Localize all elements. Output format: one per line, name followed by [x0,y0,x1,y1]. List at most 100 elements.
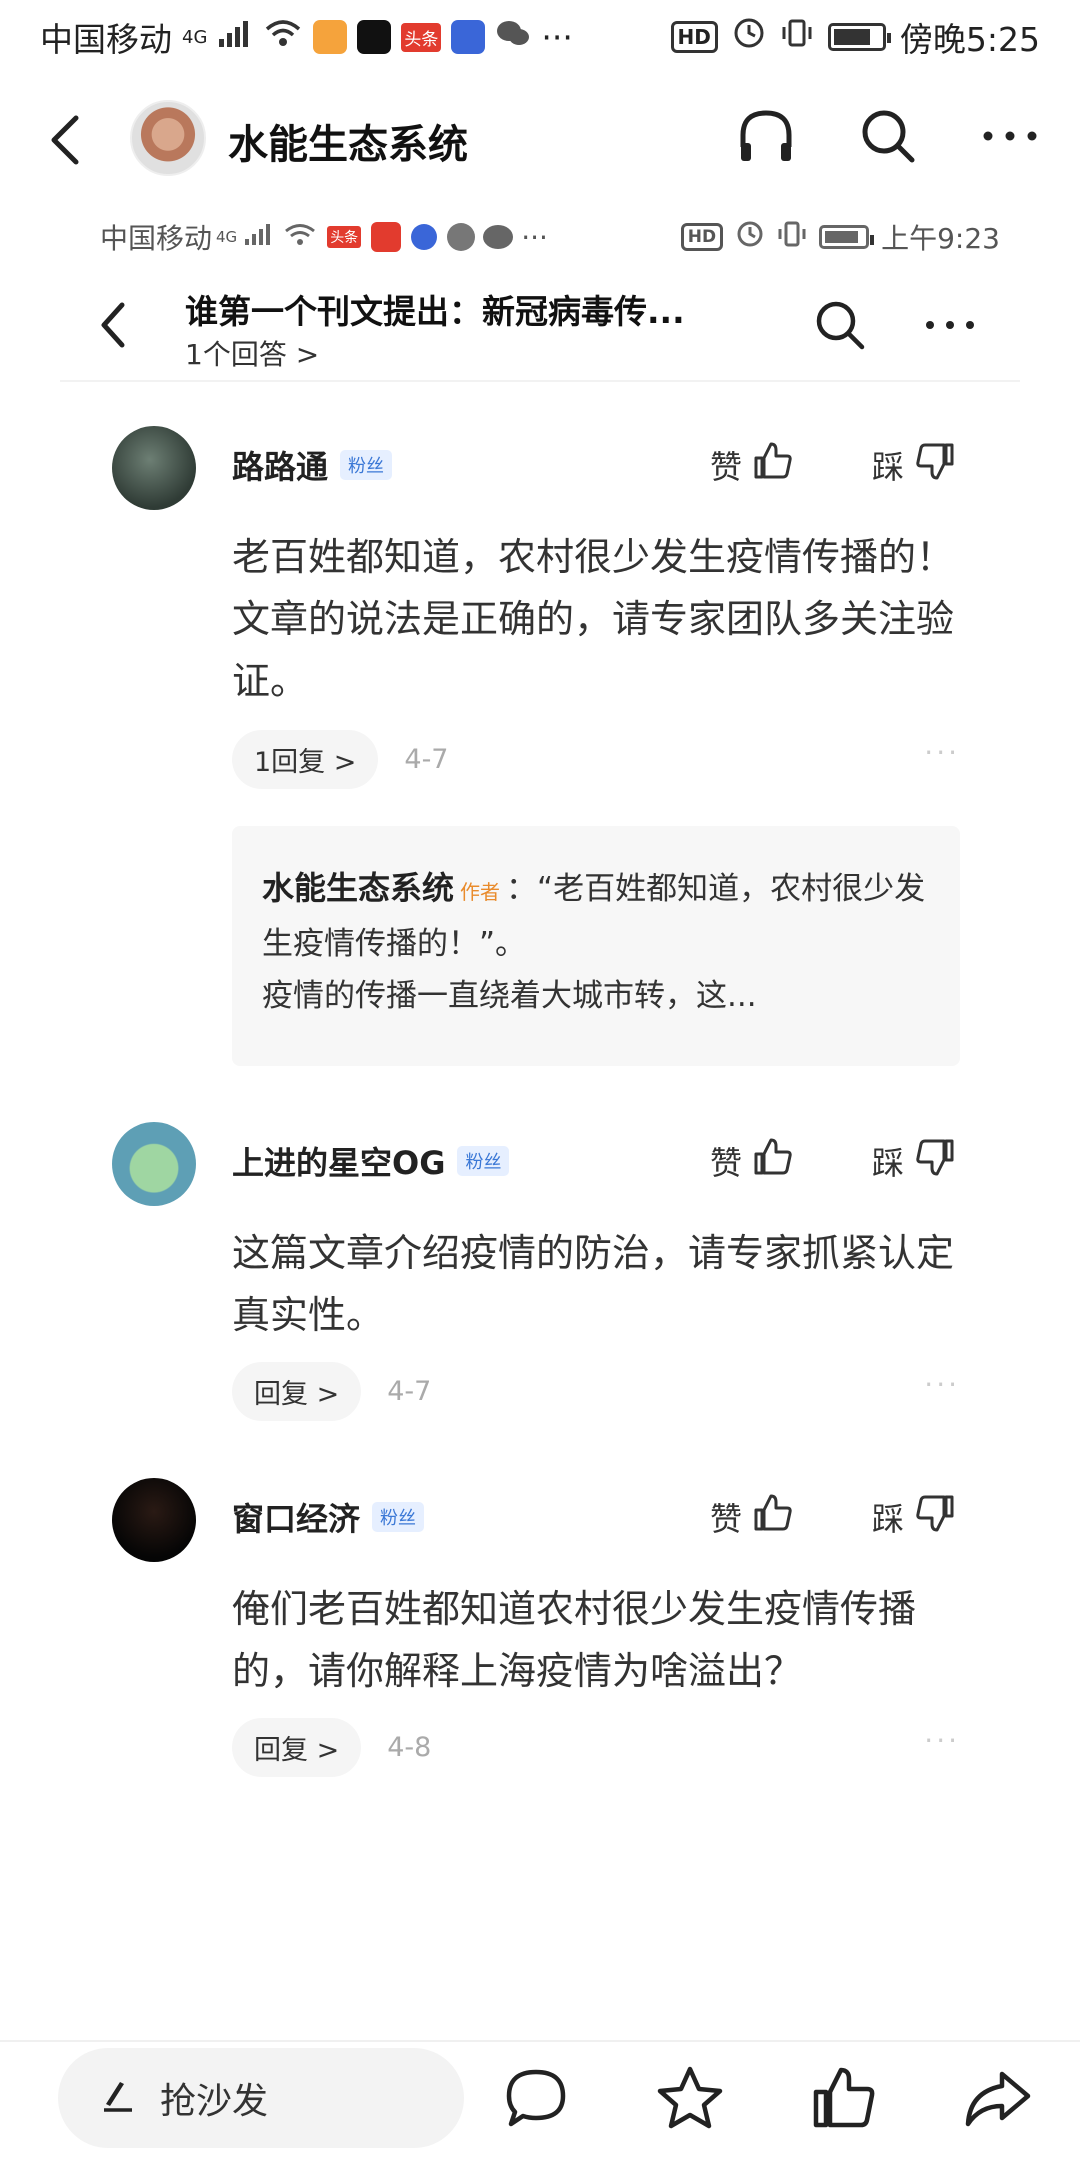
inner-alarm-icon [735,219,765,256]
thumbs-down-icon [914,1492,956,1542]
comment-more-button[interactable]: ··· [924,1368,960,1401]
dislike-label: 踩 [872,1500,905,1538]
wifi-icon [263,17,303,57]
comment-text: 老百姓都知道，农村很少发生疫情传播的！文章的说法是正确的，请专家团队多关注验证。 [232,535,955,703]
comment-meta: 回复 > 4-7 [232,1362,431,1421]
comment-author[interactable]: 窗口经济 粉丝 [232,1494,425,1540]
like-label: 赞 [710,448,743,486]
like-icon[interactable] [802,2056,886,2140]
avatar[interactable] [112,426,196,510]
bottom-action-bar: 抢沙发 [0,2040,1080,2160]
thumbs-down-icon [914,440,956,490]
reply-preview[interactable]: 水能生态系统 作者 ：“老百姓都知道，农村很少发生疫情传播的！”。 疫情的传播一直绕… [232,826,960,1066]
inner-clock-time: 上午9:23 [881,222,1000,255]
wechat-icon [495,18,531,57]
like-button[interactable]: 赞 [710,1136,794,1186]
battery-icon [827,23,891,51]
inner-network-label: 4G [216,228,238,246]
comment-more-button[interactable]: ··· [924,1724,960,1757]
thumbs-up-icon [752,440,794,490]
avatar[interactable] [112,1122,196,1206]
like-label: 赞 [710,1144,743,1182]
avatar[interactable] [112,1478,196,1562]
video-app-icon [313,20,348,54]
comment-meta: 1回复 > 4-7 [232,730,449,789]
fan-badge: 粉丝 [340,450,393,480]
reply-author: 水能生态系统 [262,869,455,907]
network-label: 4G [182,26,208,48]
comment-author[interactable]: 路路通 粉丝 [232,442,393,488]
share-icon[interactable] [956,2056,1040,2140]
headphones-icon[interactable] [734,104,798,168]
thumbs-up-icon [752,1136,794,1186]
status-more: ··· [541,17,573,57]
header-title: 水能生态系统 [228,122,468,168]
hd-icon: HD [670,21,718,53]
status-left: 中国移动 4G 头条 ··· [40,13,573,61]
author-name: 上进的星空OG [232,1144,446,1182]
thumbs-down-icon [914,1136,956,1186]
carrier-label: 中国移动 [40,20,172,59]
comment-text: 俺们老百姓都知道农村很少发生疫情传播的，请你解释上海疫情为啥溢出？ [232,1587,917,1693]
status-right: HD 傍晚5:25 [670,13,1040,61]
comment-text: 这篇文章介绍疫情的防治，请专家抓紧认定真实性。 [232,1231,955,1337]
author-name: 路路通 [232,448,329,486]
baidu-icon [451,20,486,54]
toutiao-icon: 头条 [401,22,442,52]
search-icon[interactable] [856,104,920,168]
inner-hd-icon: HD [680,223,724,251]
tiktok-icon [357,20,392,54]
inner-signal-icon [243,221,273,254]
comment-placeholder: 抢沙发 [160,2081,269,2122]
dislike-button[interactable]: 踩 [872,440,956,490]
dislike-button[interactable]: 踩 [872,1492,956,1542]
inner-search-icon[interactable] [810,295,870,355]
header-divider [60,380,1020,382]
inner-header: 谁第一个刊文提出：新冠病毒传... 1个回答 > [60,275,1020,385]
status-bar: 中国移动 4G 头条 ··· HD 傍晚5:25 [0,0,1080,74]
embedded-screenshot: 中国移动 4G 头条 ··· HD 上午9:23 谁第一个刊文提出：新冠病毒传.… [60,200,1020,2040]
comment-icon[interactable] [494,2056,578,2140]
signal-icon [217,18,253,57]
app-header: 水能生态系统 [0,90,1080,190]
inner-status-more: ··· [521,220,548,254]
dislike-button[interactable]: 踩 [872,1136,956,1186]
reply-count-button[interactable]: 1回复 > [232,730,379,789]
answer-count-link[interactable]: 1个回答 > [185,333,319,373]
comment-author[interactable]: 上进的星空OG 粉丝 [232,1138,510,1184]
inner-more-icon[interactable] [920,295,980,355]
dislike-label: 踩 [872,1144,905,1182]
comment-input[interactable]: 抢沙发 [58,2048,464,2148]
thumbs-up-icon [752,1492,794,1542]
bottom-actions [494,2056,1040,2140]
inner-back-button[interactable] [90,295,140,355]
fan-badge: 粉丝 [457,1146,510,1176]
inner-status-right: HD 上午9:23 [680,217,1000,257]
inner-toutiao-icon: 头条 [327,226,362,248]
inner-status-bar: 中国移动 4G 头条 ··· HD 上午9:23 [100,212,1000,262]
reply-button[interactable]: 回复 > [232,1718,362,1777]
comment-date: 4-8 [387,1732,432,1763]
inner-app-icon [371,222,402,252]
author-name: 窗口经济 [232,1500,361,1538]
profile-avatar[interactable] [130,100,206,176]
inner-wifi-icon [283,221,317,254]
comment-date: 4-7 [404,744,449,775]
clock-time: 傍晚5:25 [899,20,1040,59]
back-button[interactable] [38,110,98,170]
reply-button[interactable]: 回复 > [232,1362,362,1421]
author-tag: 作者 [460,880,501,904]
more-icon[interactable] [978,104,1042,168]
inner-battery-icon [819,225,875,249]
pen-icon [98,2074,138,2123]
inner-chat-icon [483,225,514,249]
reply-text: 疫情的传播一直绕着大城市转，这... [262,978,757,1014]
inner-carrier-label: 中国移动 [100,222,213,255]
comment-item: 上进的星空OG 粉丝 赞 踩 这篇文章介绍疫情的防治，请专家抓紧认定真实性。 回… [60,1122,1020,1452]
like-button[interactable]: 赞 [710,1492,794,1542]
comment-more-button[interactable]: ··· [924,736,960,769]
like-button[interactable]: 赞 [710,440,794,490]
favorite-star-icon[interactable] [648,2056,732,2140]
question-title[interactable]: 谁第一个刊文提出：新冠病毒传... [185,285,685,333]
alarm-icon [732,16,766,58]
